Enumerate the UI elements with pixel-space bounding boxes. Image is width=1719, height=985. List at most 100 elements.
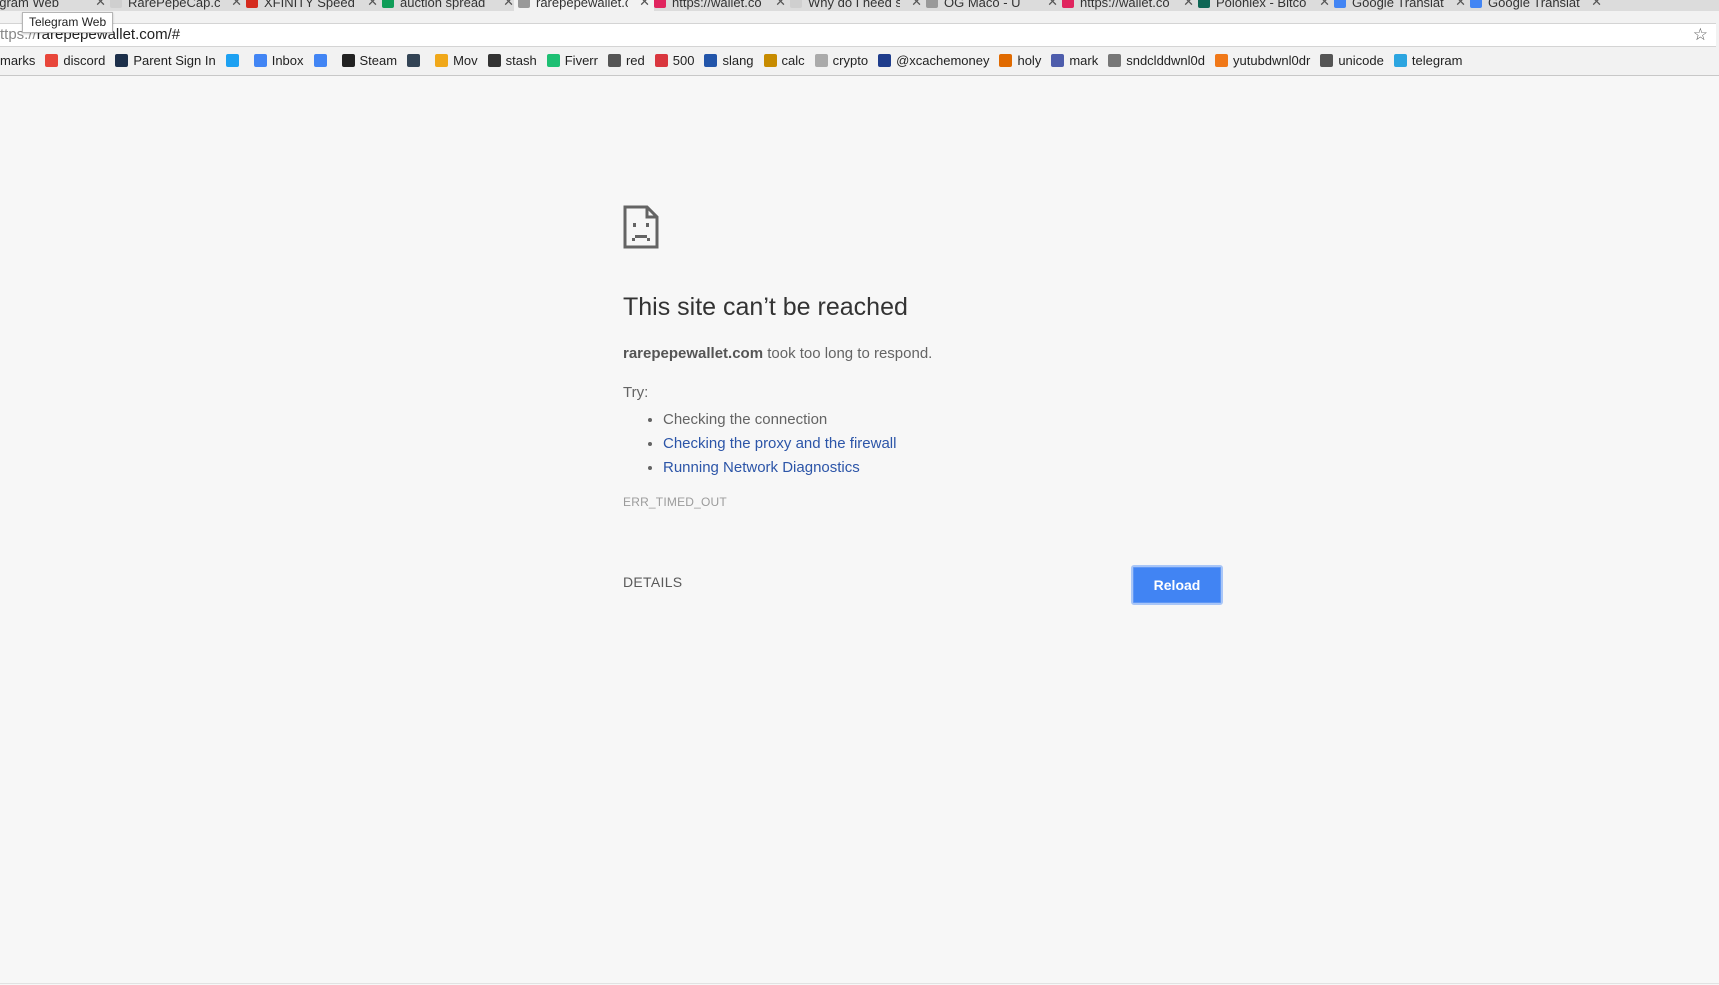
spark-icon [1215,54,1228,67]
reddit-icon [607,54,621,67]
bookmarks-bar: marks discord Parent Sign In Inbox Steam Mov s… [0,50,1719,72]
bookmark-label: Fiverr [564,53,598,68]
twitter-icon [225,54,239,67]
discord-icon [45,54,59,67]
bookmark-label: holy [1017,53,1042,68]
bookmark-item[interactable]: Fiverr [546,50,598,72]
browser-tab[interactable]: XFINITY Speed ✕ [242,0,382,11]
tab-close-icon[interactable]: ✕ [367,0,378,10]
bookmark-label: crypto [832,53,869,68]
browser-tab[interactable]: rarepepewallet.c ✕ [514,0,654,11]
tab-favicon-icon [1334,0,1346,8]
inbox-icon [253,54,267,67]
browser-chrome: egram Web ✕ RarePepeCap.com ✕ XFINITY Speed ✕… [0,0,1719,76]
tab-close-icon[interactable]: ✕ [911,0,922,10]
tab-title: Poloniex - Bitco [1216,0,1307,10]
bookmark-item[interactable]: mark [1051,50,1098,72]
grid-icon [704,54,718,67]
browser-tab[interactable]: RarePepeCap.com ✕ [106,0,246,11]
tab-close-icon[interactable]: ✕ [639,0,650,10]
parent-portal-icon [115,54,129,67]
bookmark-item[interactable]: 500 [654,50,695,72]
bookmark-item[interactable]: holy [999,50,1041,72]
tab-strip: egram Web ✕ RarePepeCap.com ✕ XFINITY Speed ✕… [0,0,1719,11]
bookmark-label: @xcachemoney [896,53,990,68]
address-bar[interactable]: ttps://rarepepewallet.com/# ☆ [0,23,1716,47]
tab-close-icon[interactable]: ✕ [1319,0,1330,10]
reload-button[interactable]: Reload [1131,565,1223,605]
page-icon [1108,54,1122,67]
bookmark-item[interactable]: stash [487,50,537,72]
sad-page-icon [623,205,659,249]
browser-tab[interactable]: Why do I need s ✕ [786,0,926,11]
tab-title: https://wallet.co [672,0,762,10]
browser-tab[interactable]: https://wallet.co ✕ [1058,0,1198,11]
bookmark-item[interactable] [313,50,332,72]
details-button[interactable]: DETAILS [623,574,682,590]
tab-close-icon[interactable]: ✕ [95,0,106,10]
bookmark-item[interactable]: Parent Sign In [115,50,216,72]
bookmark-label: 500 [672,53,695,68]
browser-tab[interactable]: egram Web ✕ [0,0,110,11]
tab-favicon-icon [382,0,394,8]
browser-tab[interactable]: OG Maco - U ✕ [922,0,1062,11]
bookmark-item[interactable]: sndclddwnl0d [1108,50,1205,72]
suggestion-item[interactable]: Checking the proxy and the firewall [663,432,1183,456]
tab-close-icon[interactable]: ✕ [1183,0,1194,10]
tab-close-icon[interactable]: ✕ [503,0,514,10]
bookmark-item[interactable]: unicode [1320,50,1384,72]
bookmark-label: calc [781,53,805,68]
suggestion-item[interactable]: Running Network Diagnostics [663,456,1183,480]
error-code: ERR_TIMED_OUT [623,495,727,509]
tab-title: RarePepeCap.com [128,0,220,10]
box-icon [487,54,501,67]
suggestion-text: Checking the connection [663,411,828,428]
browser-tab[interactable]: Poloniex - Bitco ✕ [1194,0,1334,11]
tab-favicon-icon [110,0,122,8]
bookmark-item[interactable]: slang [704,50,754,72]
bookmark-item[interactable]: Mov [435,50,478,72]
suggestion-link[interactable]: Checking the proxy and the firewall [663,435,896,452]
tab-close-icon[interactable]: ✕ [1455,0,1466,10]
tab-favicon-icon [654,0,666,8]
bookmark-item[interactable]: red [607,50,645,72]
error-description: rarepepewallet.com took too long to resp… [623,345,932,362]
tab-title: https://wallet.co [1080,0,1170,10]
browser-tab[interactable]: auction spread ✕ [378,0,518,11]
tab-favicon-icon [790,0,802,8]
bookmark-item[interactable] [225,50,244,72]
tab-title: rarepepewallet.c [536,0,628,10]
bookmark-star-icon[interactable]: ☆ [1693,25,1708,45]
browser-tab[interactable]: Google Translate ✕ [1330,0,1470,11]
tab-close-icon[interactable]: ✕ [1047,0,1058,10]
bookmark-item[interactable]: marks [0,50,35,72]
tab-favicon-icon [926,0,938,8]
bookmark-label: yutubdwnl0dr [1233,53,1311,68]
bookmark-item[interactable]: crypto [814,50,869,72]
bookmark-item[interactable]: telegram [1393,50,1463,72]
bookmark-item[interactable]: Steam [341,50,397,72]
coin-icon [435,54,449,67]
bookmark-label: Mov [453,53,478,68]
tab-favicon-icon [1198,0,1210,8]
browser-tab[interactable]: https://wallet.co ✕ [650,0,790,11]
bookmark-item[interactable]: @xcachemoney [878,50,989,72]
translate-icon [313,54,327,67]
window-bottom-border [0,983,1719,984]
suggestions-list: Checking the connection Checking the prox… [623,408,1183,480]
bookmark-label: telegram [1411,53,1463,68]
bookmark-item[interactable]: calc [763,50,805,72]
browser-tab[interactable]: Google Translate ✕ [1466,0,1606,11]
bookmark-label: Parent Sign In [133,53,216,68]
tab-close-icon[interactable]: ✕ [231,0,242,10]
bookmark-item[interactable]: discord [45,50,105,72]
bookmark-item[interactable] [407,50,425,72]
bitcoin-icon [763,54,777,67]
tab-close-icon[interactable]: ✕ [775,0,786,10]
coin-stack-icon [814,54,828,67]
tab-close-icon[interactable]: ✕ [1591,0,1602,10]
tab-favicon-icon [1470,0,1482,8]
suggestion-link[interactable]: Running Network Diagnostics [663,459,860,476]
bookmark-item[interactable]: yutubdwnl0dr [1215,50,1310,72]
bookmark-item[interactable]: Inbox [253,50,304,72]
